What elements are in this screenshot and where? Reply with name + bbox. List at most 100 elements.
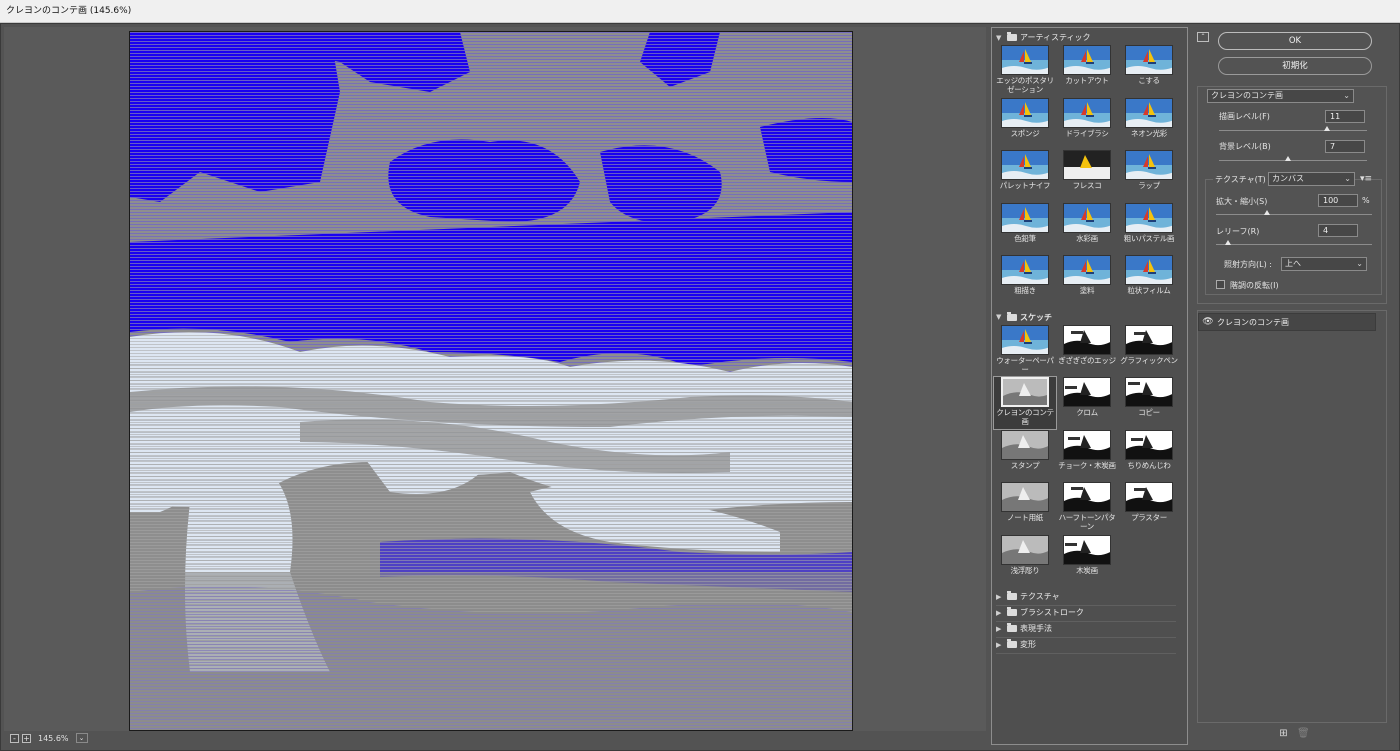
filter-item[interactable]: ネオン光彩 [1118,97,1180,150]
triangle-right-icon: ▶ [996,608,1002,617]
scale-input[interactable]: 100 [1318,194,1358,207]
foreground-input[interactable]: 11 [1325,110,1365,123]
filter-item[interactable]: ちりめんじわ [1118,429,1180,482]
filter-label: ぎざぎざのエッジ [1058,355,1116,365]
background-input[interactable]: 7 [1325,140,1365,153]
category-header[interactable]: ▼ アーティスティック [996,31,1091,44]
texture-select[interactable]: カンバス ⌄ [1268,172,1355,186]
invert-checkbox[interactable] [1216,280,1225,289]
triangle-right-icon: ▶ [996,624,1002,633]
folder-icon [1007,607,1017,616]
light-select[interactable]: 上へ ⌄ [1281,257,1367,271]
collapse-gallery-button[interactable]: ⌃ [1197,32,1209,42]
filter-label: 粗描き [1014,286,1036,295]
ok-button[interactable]: OK [1218,32,1372,50]
filter-label: 色鉛筆 [1014,233,1036,243]
scale-slider-handle[interactable] [1264,210,1271,215]
relief-slider-track[interactable] [1216,244,1372,245]
texture-menu-icon[interactable]: ▾≡ [1360,174,1372,184]
filter-item[interactable]: スポンジ [994,97,1056,150]
filter-item[interactable]: ノート用紙 [994,482,1056,534]
scale-slider-track[interactable] [1216,214,1372,215]
filter-item[interactable]: 浅浮彫り [994,534,1056,587]
filter-label: スタンプ [1010,460,1040,470]
filter-item[interactable]: ドライブラシ [1056,97,1118,150]
filter-thumbnail [1063,482,1111,512]
filter-thumbnail [1063,45,1111,75]
filter-select[interactable]: クレヨンのコンテ画 ⌄ [1207,89,1354,103]
filter-thumbnail [1063,429,1111,460]
eye-icon[interactable]: 👁 [1199,317,1217,327]
filter-label: こする [1138,76,1160,85]
filter-item[interactable]: ハーフトーンパターン [1056,482,1118,534]
filter-label: ドライブラシ [1065,128,1109,138]
filter-item[interactable]: パレットナイフ [994,150,1056,202]
filter-item[interactable]: カットアウト [1056,45,1118,97]
filter-label: パレットナイフ [999,181,1051,190]
zoom-in-button[interactable]: + [22,733,31,743]
filter-item[interactable]: チョーク・木炭画 [1056,429,1118,482]
category-header[interactable]: ▶ テクスチャ [996,590,1060,603]
filter-thumbnail [1125,482,1173,512]
filter-thumbnail [1125,45,1173,75]
filter-label: 塗料 [1079,286,1095,295]
zoom-bar: - + 145.6% ⌄ [10,731,88,745]
relief-input[interactable]: 4 [1318,224,1358,237]
filter-item[interactable]: 粗描き [994,255,1056,307]
relief-slider-handle[interactable] [1225,240,1232,245]
folder-icon [1007,639,1017,648]
background-slider-track[interactable] [1219,160,1367,161]
filter-item[interactable]: クロム [1056,377,1118,429]
filter-select-value: クレヨンのコンテ画 [1211,91,1283,100]
filter-thumbnail [1063,255,1111,285]
filter-label: ノート用紙 [1007,513,1043,522]
filter-item[interactable]: グラフィックペン [1118,324,1180,377]
effect-layer-row[interactable]: 👁 クレヨンのコンテ画 [1198,313,1376,331]
foreground-slider-handle[interactable] [1324,126,1331,131]
filter-label: チョーク・木炭画 [1058,460,1116,470]
scale-label: 拡大・縮小(S) [1216,197,1268,206]
filter-label: コピー [1138,408,1160,417]
light-select-value: 上へ [1285,259,1301,268]
filter-item[interactable]: エッジのポスタリゼーション [994,45,1056,97]
filter-item[interactable]: プラスター [1118,482,1180,534]
zoom-dropdown[interactable]: ⌄ [75,733,88,743]
foreground-slider-track[interactable] [1219,130,1367,131]
filter-item[interactable]: こする [1118,45,1180,97]
filter-item[interactable]: ぎざぎざのエッジ [1056,324,1118,377]
background-slider-handle[interactable] [1285,156,1292,161]
filter-item[interactable]: 色鉛筆 [994,202,1056,255]
filter-item[interactable]: スタンプ [994,429,1056,482]
filter-label: プラスター [1131,513,1167,522]
folder-icon [1007,32,1017,41]
category-header[interactable]: ▶ ブラシストローク [996,606,1084,619]
filter-thumbnail [1001,429,1049,460]
reset-button[interactable]: 初期化 [1218,57,1372,75]
category-header[interactable]: ▼ スケッチ [996,311,1052,324]
filter-thumbnail [1063,202,1111,233]
delete-effect-layer-icon[interactable]: 🗑 [1297,729,1310,740]
invert-label: 階調の反転(I) [1230,281,1279,290]
filter-item[interactable]: コピー [1118,377,1180,429]
new-effect-layer-icon[interactable]: ⊞ [1278,729,1289,740]
category-label: テクスチャ [1020,592,1060,601]
filter-item[interactable]: 水彩画 [1056,202,1118,255]
filter-item[interactable]: クレヨンのコンテ画 [993,376,1057,430]
zoom-out-button[interactable]: - [10,733,19,743]
filter-thumbnail [1125,429,1173,460]
category-header[interactable]: ▶ 表現手法 [996,622,1052,635]
filter-item[interactable]: ウォーターペーパー [994,324,1056,377]
filter-item[interactable]: 粒状フィルム [1118,255,1180,307]
preview-canvas[interactable] [129,31,853,731]
filter-item[interactable]: 木炭画 [1056,534,1118,587]
category-header[interactable]: ▶ 変形 [996,638,1036,651]
texture-select-value: カンバス [1272,174,1304,183]
filter-item[interactable]: 塗料 [1056,255,1118,307]
filter-item[interactable]: フレスコ [1056,150,1118,202]
filter-label: 粒状フィルム [1127,286,1171,295]
filter-gallery: ▼ アーティスティック エッジのポスタリゼーション カットアウト こするスポンジ ドライブ… [991,27,1188,745]
filter-item[interactable]: ラップ [1118,150,1180,202]
filter-label: 粗いパステル画 [1123,233,1175,243]
filter-item[interactable]: 粗いパステル画 [1118,202,1180,255]
chevron-down-icon: ⌄ [1344,174,1351,183]
